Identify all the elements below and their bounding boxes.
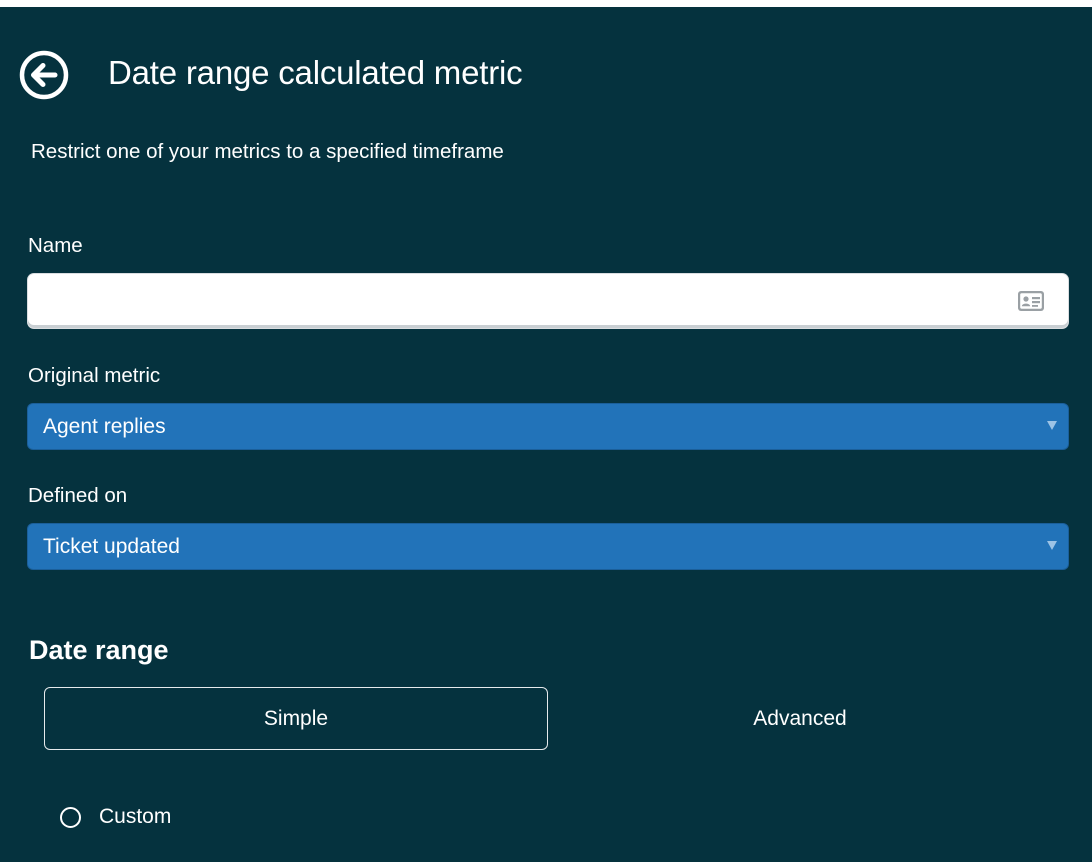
- radio-label-custom: Custom: [99, 805, 172, 828]
- defined-on-select[interactable]: Ticket updated: [28, 524, 1068, 569]
- date-range-metric-panel: Date range calculated metric Restrict on…: [0, 7, 1092, 862]
- name-field: [28, 274, 1068, 328]
- name-input[interactable]: [28, 274, 1008, 324]
- radio-button[interactable]: [60, 806, 81, 828]
- page-title: Date range calculated metric: [108, 54, 523, 91]
- name-label: Name: [28, 234, 83, 257]
- tab-simple[interactable]: Simple: [44, 687, 548, 750]
- caret-down-icon: [1047, 421, 1057, 430]
- page-subtitle: Restrict one of your metrics to a specif…: [31, 140, 504, 163]
- original-metric-value: Agent replies: [43, 415, 166, 438]
- date-range-heading: Date range: [29, 635, 169, 665]
- tab-advanced[interactable]: Advanced: [548, 687, 1052, 750]
- contact-card-icon[interactable]: [1018, 291, 1044, 311]
- circle-arrow-left-icon: [19, 50, 69, 100]
- original-metric-select[interactable]: Agent replies: [28, 404, 1068, 449]
- original-metric-label: Original metric: [28, 364, 161, 387]
- back-button[interactable]: [19, 50, 69, 100]
- radio-option-custom[interactable]: Custom: [60, 802, 171, 832]
- caret-down-icon: [1047, 541, 1057, 550]
- defined-on-label: Defined on: [28, 484, 128, 507]
- defined-on-value: Ticket updated: [43, 535, 180, 558]
